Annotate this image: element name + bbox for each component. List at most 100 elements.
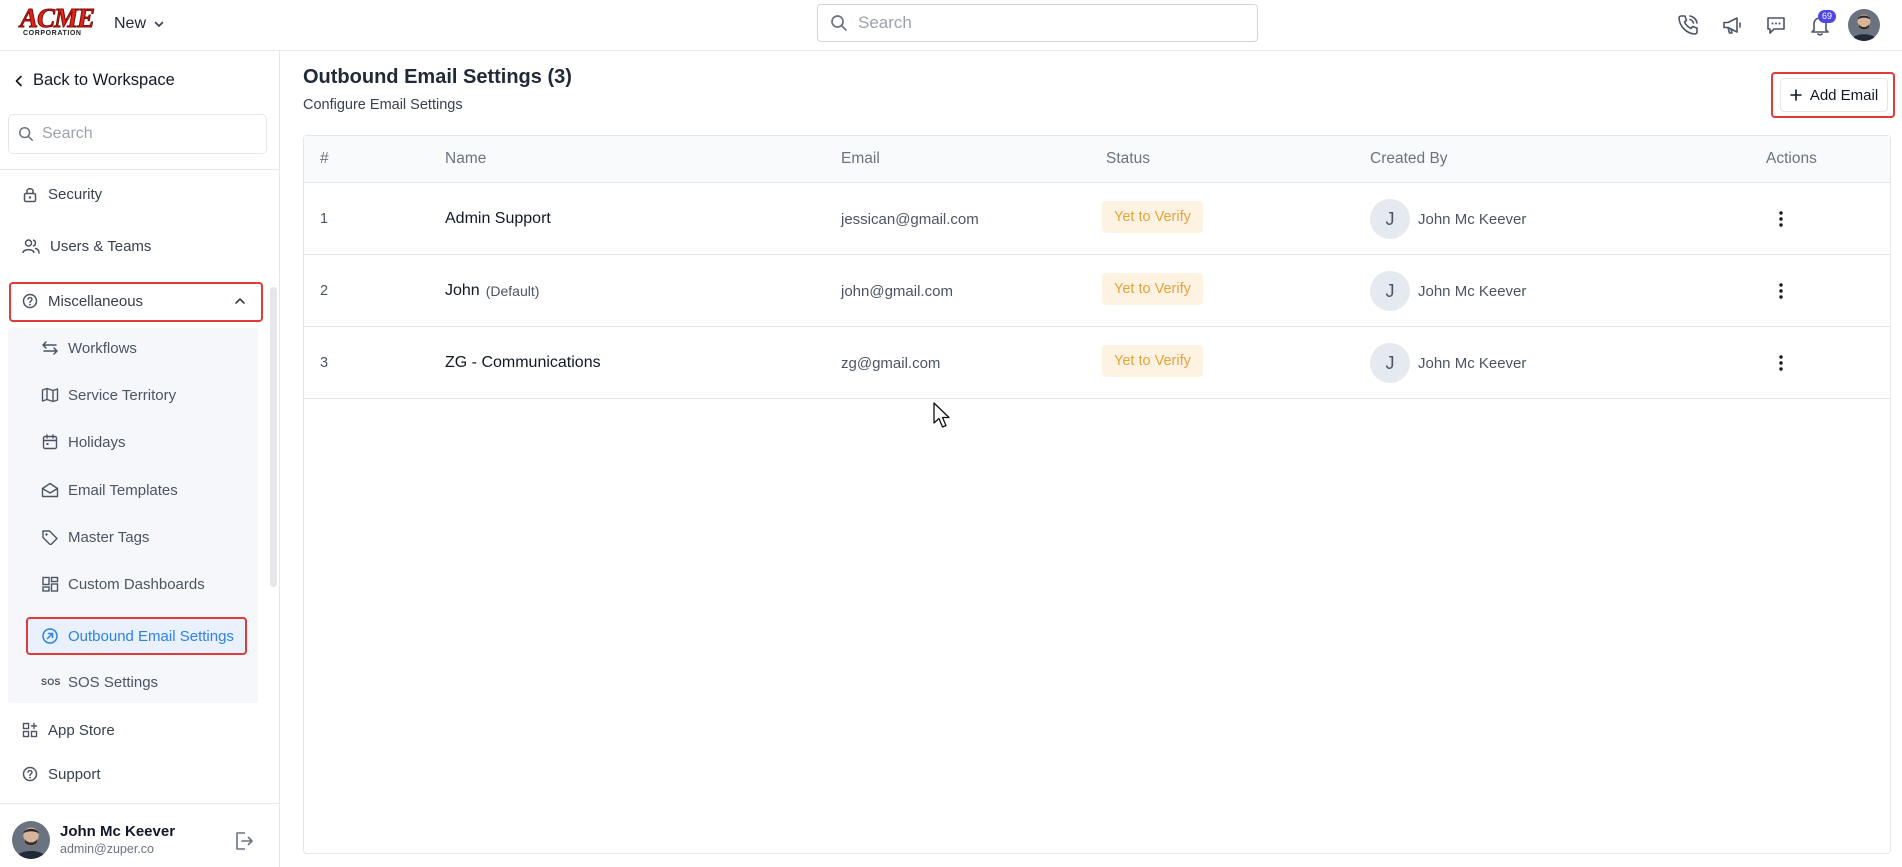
sidebar-item-label: Holidays <box>68 433 126 451</box>
divider <box>0 803 279 804</box>
sidebar-item-label: Workflows <box>68 339 137 357</box>
megaphone-icon[interactable] <box>1710 8 1754 42</box>
sidebar-item-label: Users & Teams <box>50 237 152 255</box>
row-email: zg@gmail.com <box>841 354 941 372</box>
user-name: John Mc Keever <box>60 823 176 840</box>
column-header-email: Email <box>841 150 880 167</box>
company-logo[interactable]: ACME CORPORATION <box>20 3 96 38</box>
mail-open-icon <box>41 482 59 498</box>
sidebar-item-master-tags[interactable]: Master Tags <box>41 526 149 548</box>
row-name: John (Default) <box>445 255 539 327</box>
sidebar-item-outbound-email-settings[interactable]: Outbound Email Settings <box>41 625 234 647</box>
more-vertical-icon[interactable] <box>1769 279 1793 303</box>
row-name-text: John <box>445 282 480 299</box>
notification-badge: 69 <box>1817 10 1836 23</box>
creator-name: John Mc Keever <box>1418 282 1527 300</box>
dashboard-icon <box>41 576 59 592</box>
sidebar-item-label: App Store <box>48 721 115 739</box>
top-bar: ACME CORPORATION New 69 <box>0 0 1902 51</box>
row-created-by: J John Mc Keever <box>1370 327 1526 399</box>
sidebar-item-label: SOS Settings <box>68 673 159 691</box>
status-badge: Yet to Verify <box>1102 201 1203 233</box>
bell-icon[interactable]: 69 <box>1798 8 1842 42</box>
search-icon <box>830 14 848 32</box>
row-number: 2 <box>320 283 329 299</box>
sos-icon: SOS <box>41 677 61 687</box>
table-row[interactable]: 2 John (Default) john@gmail.com Yet to V… <box>304 255 1890 327</box>
chat-icon[interactable] <box>1754 8 1798 42</box>
sidebar-item-service-territory[interactable]: Service Territory <box>41 384 176 406</box>
sidebar-item-label: Custom Dashboards <box>68 575 205 593</box>
sidebar-item-label: Support <box>48 765 101 783</box>
sidebar-item-label: Master Tags <box>68 528 150 546</box>
sidebar-item-support[interactable]: Support <box>22 762 101 786</box>
sidebar-search[interactable] <box>8 114 267 154</box>
sidebar-item-email-templates[interactable]: Email Templates <box>41 479 178 501</box>
users-icon <box>22 238 40 254</box>
creator-avatar: J <box>1370 199 1410 239</box>
sidebar-item-label: Email Templates <box>68 481 178 499</box>
global-search[interactable] <box>817 4 1258 42</box>
chevron-down-icon <box>153 18 165 30</box>
column-header-name: Name <box>445 150 487 167</box>
sidebar-item-sos-settings[interactable]: SOS SOS Settings <box>41 671 158 693</box>
email-settings-table: # Name Email Status Created By Actions 1… <box>303 135 1891 854</box>
chevron-up-icon[interactable] <box>233 294 247 308</box>
global-search-input[interactable] <box>858 13 1238 33</box>
sidebar-item-security[interactable]: Security <box>22 182 102 206</box>
sidebar-item-holidays[interactable]: Holidays <box>41 431 126 453</box>
sidebar-item-workflows[interactable]: Workflows <box>41 337 137 359</box>
add-email-button[interactable]: Add Email <box>1780 78 1888 112</box>
help-circle-icon <box>22 293 38 309</box>
sidebar-search-input[interactable] <box>42 125 252 143</box>
sidebar-item-miscellaneous[interactable]: Miscellaneous <box>22 289 247 313</box>
help-circle-icon <box>22 766 38 782</box>
table-row[interactable]: 1 Admin Support jessican@gmail.com Yet t… <box>304 183 1890 255</box>
logo-text: ACME <box>20 3 96 33</box>
calendar-icon <box>41 434 59 450</box>
new-label: New <box>114 15 147 32</box>
creator-avatar: J <box>1370 271 1410 311</box>
chevron-left-icon <box>14 75 24 87</box>
row-email: john@gmail.com <box>841 282 953 300</box>
row-name: Admin Support <box>445 183 557 255</box>
table-row[interactable]: 3 ZG - Communications zg@gmail.com Yet t… <box>304 327 1890 399</box>
sidebar-item-app-store[interactable]: App Store <box>22 718 115 742</box>
outbound-icon <box>41 627 59 645</box>
phone-icon[interactable] <box>1666 8 1710 42</box>
sidebar-item-label: Security <box>48 185 103 203</box>
user-profile[interactable]: John Mc Keever admin@zuper.co <box>12 821 175 859</box>
sidebar-item-label: Outbound Email Settings <box>68 627 234 645</box>
add-email-label: Add Email <box>1809 86 1879 104</box>
more-vertical-icon[interactable] <box>1769 351 1793 375</box>
sidebar-item-custom-dashboards[interactable]: Custom Dashboards <box>41 573 205 595</box>
back-to-workspace-link[interactable]: Back to Workspace <box>14 71 175 90</box>
apps-icon <box>22 722 38 738</box>
plus-icon <box>1790 89 1802 101</box>
sidebar-item-label: Miscellaneous <box>48 292 144 310</box>
row-name-text: ZG - Communications <box>445 354 601 371</box>
sidebar-scrollbar[interactable] <box>270 287 277 587</box>
column-header-created-by: Created By <box>1370 150 1448 167</box>
user-email: admin@zuper.co <box>60 842 154 856</box>
sidebar-item-users-teams[interactable]: Users & Teams <box>22 234 151 258</box>
map-icon <box>41 387 59 403</box>
logout-icon[interactable] <box>233 830 255 852</box>
creator-avatar: J <box>1370 343 1410 383</box>
status-badge: Yet to Verify <box>1102 273 1203 305</box>
sidebar-item-label: Service Territory <box>68 386 177 404</box>
more-vertical-icon[interactable] <box>1769 207 1793 231</box>
user-avatar[interactable] <box>1848 9 1880 41</box>
divider <box>0 169 279 170</box>
new-dropdown-button[interactable]: New <box>114 13 165 35</box>
tag-icon <box>41 529 59 545</box>
row-number: 3 <box>320 355 329 371</box>
row-number: 1 <box>320 211 329 227</box>
creator-name: John Mc Keever <box>1418 210 1527 228</box>
lock-icon <box>22 186 38 203</box>
row-email: jessican@gmail.com <box>841 210 979 228</box>
page-title: Outbound Email Settings (3) <box>303 66 572 88</box>
row-name: ZG - Communications <box>445 327 607 399</box>
row-created-by: J John Mc Keever <box>1370 183 1526 255</box>
search-icon <box>18 126 34 142</box>
